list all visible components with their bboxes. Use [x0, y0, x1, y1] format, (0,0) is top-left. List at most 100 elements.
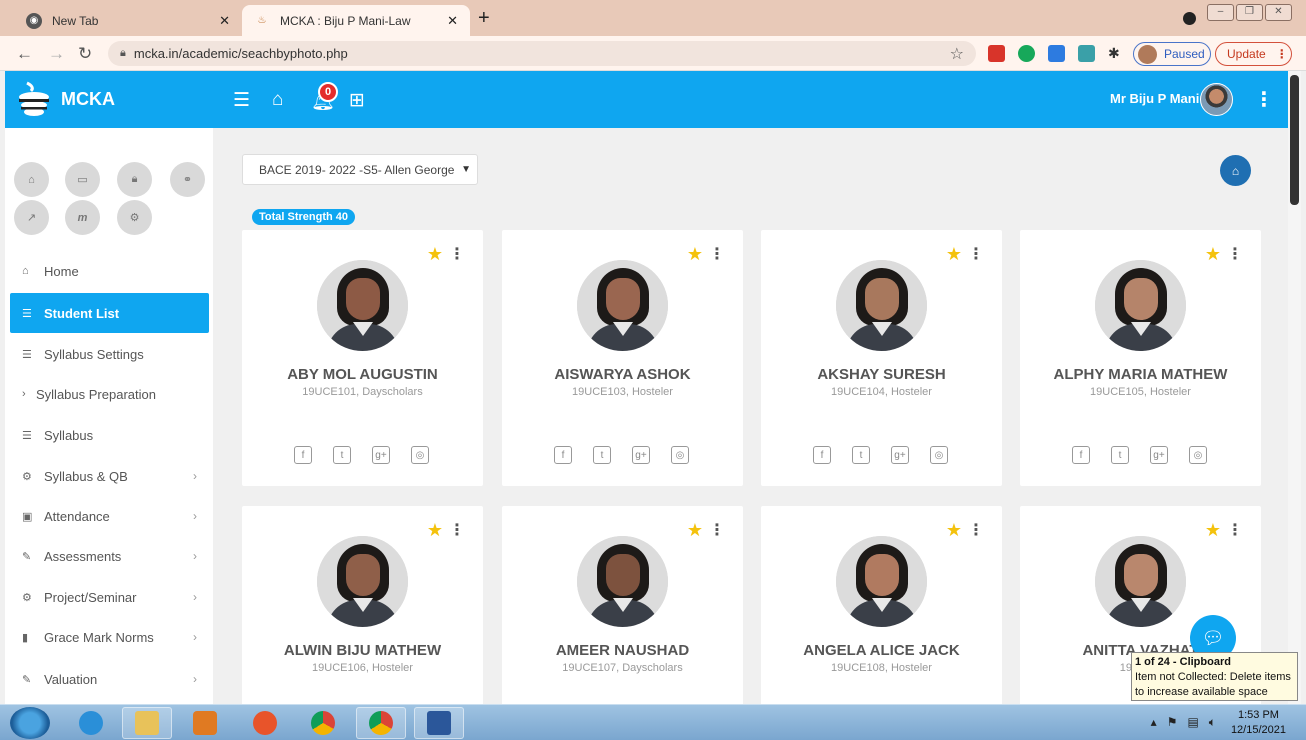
close-icon[interactable]: ✕: [219, 13, 230, 29]
student-card[interactable]: ★ ⋮ AISWARYA ASHOK 19UCE103, Hosteler f t g+ ◎: [502, 230, 743, 486]
google-plus-icon[interactable]: g+: [1150, 446, 1168, 464]
kebab-icon[interactable]: ⋮: [449, 520, 465, 540]
puzzle-icon[interactable]: ✱: [1108, 45, 1125, 62]
menu-lines-icon[interactable]: ☰: [233, 89, 250, 112]
profile-icon[interactable]: [1183, 12, 1196, 25]
star-icon[interactable]: ★: [427, 244, 443, 265]
maximize-button[interactable]: ❐: [1236, 4, 1263, 21]
kebab-icon[interactable]: ⋮: [968, 244, 984, 264]
sidebar-item-project-seminar[interactable]: ⚙ Project/Seminar ›: [10, 577, 209, 617]
instagram-icon[interactable]: ◎: [671, 446, 689, 464]
grammarly-icon[interactable]: [1018, 45, 1035, 62]
sidebar-item-grace-mark-norms[interactable]: ▮ Grace Mark Norms ›: [10, 617, 209, 657]
kebab-icon[interactable]: ⋮: [968, 520, 984, 540]
firefox-icon[interactable]: [240, 707, 290, 739]
student-name[interactable]: AMEER NAUSHAD: [502, 642, 743, 659]
extension-icon[interactable]: [1078, 45, 1095, 62]
new-tab-button[interactable]: +: [478, 7, 490, 30]
start-button[interactable]: [10, 707, 50, 739]
sidebar-item-assessments[interactable]: ✎ Assessments ›: [10, 536, 209, 576]
profile-paused-button[interactable]: Paused: [1133, 42, 1211, 66]
star-icon[interactable]: ★: [946, 244, 962, 265]
clock[interactable]: 1:53 PM 12/15/2021: [1231, 708, 1286, 738]
user-name[interactable]: Mr Biju P Mani: [1110, 91, 1199, 106]
star-icon[interactable]: ★: [946, 520, 962, 541]
back-icon[interactable]: ←: [16, 44, 33, 64]
close-icon[interactable]: ✕: [447, 13, 458, 29]
sidebar-item-syllabus-qb[interactable]: ⚙ Syllabus & QB ›: [10, 456, 209, 496]
student-name[interactable]: AISWARYA ASHOK: [502, 366, 743, 383]
student-name[interactable]: ANGELA ALICE JACK: [761, 642, 1002, 659]
moodle-icon[interactable]: m: [65, 200, 100, 235]
kebab-icon[interactable]: ⋮: [1227, 244, 1243, 264]
extension-icon[interactable]: [988, 45, 1005, 62]
star-icon[interactable]: ★: [1205, 244, 1221, 265]
tab-new-tab[interactable]: ◉ New Tab ✕: [14, 5, 242, 36]
student-card[interactable]: ★⋮ANGELA ALICE JACK19UCE108, Hostelerftg…: [761, 506, 1002, 704]
kebab-icon[interactable]: ⋮: [709, 244, 725, 264]
instagram-icon[interactable]: ◎: [1189, 446, 1207, 464]
id-card-icon[interactable]: ▭: [65, 162, 100, 197]
explorer-icon[interactable]: [122, 707, 172, 739]
media-player-icon[interactable]: [180, 707, 230, 739]
twitter-icon[interactable]: t: [852, 446, 870, 464]
volume-icon[interactable]: 🔈︎: [1209, 715, 1216, 730]
student-name[interactable]: ALWIN BIJU MATHEW: [242, 642, 483, 659]
sidebar-item-syllabus-preparation[interactable]: › Syllabus Preparation: [10, 374, 209, 414]
kebab-icon[interactable]: ⋮: [709, 520, 725, 540]
google-plus-icon[interactable]: g+: [891, 446, 909, 464]
grid-icon[interactable]: ⊞: [349, 89, 365, 112]
student-card[interactable]: ★⋮ALWIN BIJU MATHEW19UCE106, Hostelerftg…: [242, 506, 483, 704]
instagram-icon[interactable]: ◎: [411, 446, 429, 464]
bookmark-star-icon[interactable]: ☆: [950, 44, 964, 64]
home-icon[interactable]: ⌂: [272, 89, 283, 111]
kebab-icon[interactable]: ⋮: [1227, 520, 1243, 540]
star-icon[interactable]: ★: [1205, 520, 1221, 541]
gear-icon[interactable]: ⚙: [117, 200, 152, 235]
chevron-up-icon[interactable]: ▴: [1151, 715, 1157, 730]
student-card[interactable]: ★ ⋮ ABY MOL AUGUSTIN 19UCE101, Dayscholars f…: [242, 230, 483, 486]
facebook-icon[interactable]: f: [813, 446, 831, 464]
ie-icon[interactable]: [66, 707, 116, 739]
chrome-icon[interactable]: [298, 707, 348, 739]
student-name[interactable]: AKSHAY SURESH: [761, 366, 1002, 383]
sidebar-item-student-list[interactable]: ☰ Student List: [10, 293, 209, 333]
student-card[interactable]: ★ ⋮ ALPHY MARIA MATHEW 19UCE105, Hosteler f t…: [1020, 230, 1261, 486]
twitter-icon[interactable]: t: [593, 446, 611, 464]
facebook-icon[interactable]: f: [554, 446, 572, 464]
tab-mcka[interactable]: ♨ MCKA : Biju P Mani-Law ✕: [242, 5, 470, 36]
external-link-icon[interactable]: ↗: [14, 200, 49, 235]
forward-icon[interactable]: →: [48, 44, 65, 64]
student-card[interactable]: ★⋮AMEER NAUSHAD19UCE107, Dayscholarsftg+…: [502, 506, 743, 704]
google-plus-icon[interactable]: g+: [632, 446, 650, 464]
kebab-icon[interactable]: ⋮: [1254, 87, 1274, 112]
sidebar-item-attendance[interactable]: ▣ Attendance ›: [10, 496, 209, 536]
network-icon[interactable]: ▤: [1187, 715, 1198, 730]
word-icon[interactable]: [414, 707, 464, 739]
star-icon[interactable]: ★: [687, 520, 703, 541]
sidebar-item-syllabus-settings[interactable]: ☰ Syllabus Settings: [10, 334, 209, 374]
minimize-button[interactable]: –: [1207, 4, 1234, 21]
handshake-icon[interactable]: ⚭: [170, 162, 205, 197]
chrome-profile-icon[interactable]: [356, 707, 406, 739]
reload-icon[interactable]: ↻: [78, 44, 92, 64]
student-name[interactable]: ABY MOL AUGUSTIN: [242, 366, 483, 383]
lock-icon[interactable]: 🔒︎: [117, 162, 152, 197]
star-icon[interactable]: ★: [687, 244, 703, 265]
avatar[interactable]: [1200, 83, 1233, 116]
twitter-icon[interactable]: t: [333, 446, 351, 464]
student-name[interactable]: ALPHY MARIA MATHEW: [1020, 366, 1261, 383]
sidebar-item-home[interactable]: ⌂ Home: [10, 251, 209, 291]
update-button[interactable]: Update ⋮: [1215, 42, 1292, 66]
extension-icon[interactable]: [1048, 45, 1065, 62]
twitter-icon[interactable]: t: [1111, 446, 1129, 464]
scrollbar-thumb[interactable]: [1290, 75, 1299, 205]
home-button[interactable]: ⌂: [1220, 155, 1251, 186]
close-window-button[interactable]: ✕: [1265, 4, 1292, 21]
star-icon[interactable]: ★: [427, 520, 443, 541]
address-bar[interactable]: 🔒︎ mcka.in/academic/seachbyphoto.php ☆: [108, 41, 976, 66]
facebook-icon[interactable]: f: [1072, 446, 1090, 464]
sidebar-item-syllabus[interactable]: ☰ Syllabus: [10, 415, 209, 455]
sidebar-item-valuation[interactable]: ✎ Valuation ›: [10, 659, 209, 699]
instagram-icon[interactable]: ◎: [930, 446, 948, 464]
